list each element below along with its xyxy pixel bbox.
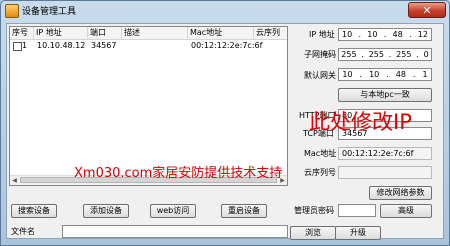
gateway-octet-2: 10 — [369, 70, 380, 79]
ip-octet-3: 48 — [392, 30, 403, 39]
restart-device-button[interactable]: 重启设备 — [221, 204, 267, 218]
admin-password-field[interactable] — [338, 204, 376, 217]
match-local-pc-button[interactable]: 与本地pc一致 — [338, 88, 432, 102]
add-device-button[interactable]: 添加设备 — [83, 204, 129, 218]
mask-octet-1: 255 — [341, 50, 357, 59]
row-checkbox[interactable] — [13, 42, 22, 51]
cloud-serial-field — [338, 166, 432, 179]
scroll-left-icon[interactable]: ◀ — [10, 176, 19, 185]
ip-octet-4: 12 — [417, 30, 428, 39]
ip-address-label: IP 地址 — [309, 30, 335, 39]
advanced-button[interactable]: 高级 — [380, 204, 432, 218]
column-header-mac[interactable]: Mac地址 — [188, 27, 254, 39]
search-device-button[interactable]: 搜索设备 — [11, 204, 57, 218]
app-icon — [5, 4, 19, 18]
close-button[interactable]: ✕ — [408, 2, 446, 18]
title-bar[interactable]: 设备管理工具 ✕ — [1, 1, 449, 20]
device-list[interactable]: 序号 IP 地址 端口 描述 Mac地址 云序列 1 10.10.48.12 3… — [9, 26, 288, 186]
ip-octet-2: 10 — [367, 30, 378, 39]
column-header-serial[interactable]: 云序列 — [254, 27, 287, 39]
close-icon: ✕ — [422, 4, 432, 17]
column-header-index[interactable]: 序号 — [10, 27, 34, 39]
table-row[interactable]: 1 10.10.48.12 34567 00:12:12:2e:7c:6f — [10, 40, 287, 52]
modify-ip-annotation: 此处修改IP — [309, 110, 412, 134]
gateway-label: 默认网关 — [304, 71, 336, 80]
column-header-ip[interactable]: IP 地址 — [34, 27, 88, 39]
ip-address-field[interactable]: 10. 10. 48. 12 — [338, 28, 432, 41]
mask-octet-2: 255 — [368, 50, 384, 59]
gateway-octet-4: 1 — [422, 70, 428, 79]
modify-network-button[interactable]: 修改网络参数 — [369, 186, 432, 200]
browse-button[interactable]: 浏览 — [290, 226, 336, 240]
file-name-label: 文件名 — [11, 227, 35, 236]
cloud-serial-label: 云序列号 — [304, 168, 336, 177]
row-port: 34567 — [91, 41, 117, 50]
subnet-mask-field[interactable]: 255. 255. 255. 0 — [338, 48, 432, 61]
mac-address-field: 00:12:12:2e:7c:6f — [338, 147, 432, 160]
list-header: 序号 IP 地址 端口 描述 Mac地址 云序列 — [10, 27, 287, 40]
web-access-button[interactable]: web访问 — [150, 204, 196, 218]
watermark-text: Xm030.com家居安防提供技术支持 — [74, 166, 283, 181]
gateway-field[interactable]: 10. 10. 48. 1 — [338, 68, 432, 81]
window-title: 设备管理工具 — [22, 7, 77, 17]
mask-octet-3: 255 — [396, 50, 412, 59]
file-name-field[interactable] — [62, 225, 288, 238]
upgrade-button[interactable]: 升级 — [335, 226, 381, 240]
ip-octet-1: 10 — [342, 30, 353, 39]
column-header-desc[interactable]: 描述 — [122, 27, 188, 39]
gateway-octet-1: 10 — [342, 70, 353, 79]
subnet-mask-label: 子网掩码 — [304, 50, 336, 59]
row-index: 1 — [22, 41, 28, 50]
row-ip: 10.10.48.12 — [37, 41, 86, 50]
column-header-port[interactable]: 端口 — [88, 27, 122, 39]
row-mac: 00:12:12:2e:7c:6f — [191, 41, 263, 50]
mac-address-label: Mac地址 — [304, 149, 337, 158]
device-manager-window: 设备管理工具 ✕ 序号 IP 地址 端口 描述 Mac地址 云序列 1 10.1… — [0, 0, 450, 246]
gateway-octet-3: 48 — [395, 70, 406, 79]
mask-octet-4: 0 — [423, 50, 429, 59]
admin-password-label: 管理员密码 — [294, 206, 334, 215]
